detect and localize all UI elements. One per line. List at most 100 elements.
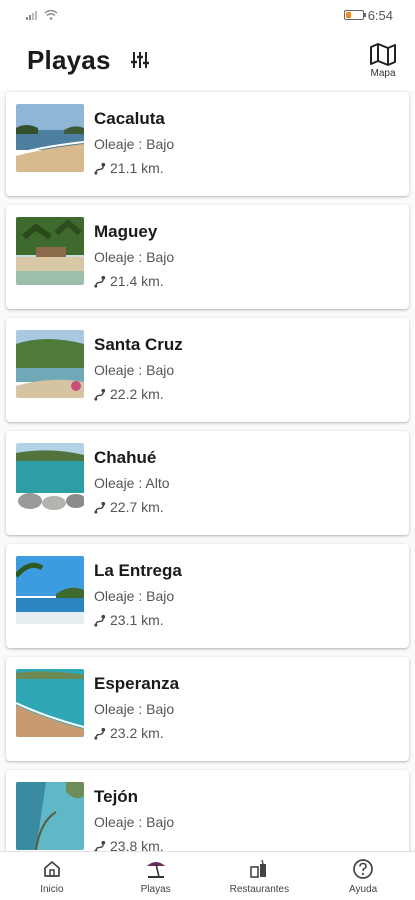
waves-info: Oleaje : Bajo <box>94 813 174 831</box>
beach-name: Tejón <box>94 787 139 806</box>
distance-value: 23.1 km. <box>110 612 164 628</box>
waves-value: Bajo <box>146 701 175 717</box>
nav-label: Playas <box>140 883 171 895</box>
route-icon <box>94 388 106 401</box>
card-text: La Entrega Oleaje : Bajo 23.1 km. <box>94 561 182 629</box>
filter-button[interactable] <box>127 47 153 73</box>
page-title: Playas <box>27 44 111 75</box>
distance-value: 21.1 km. <box>110 160 164 176</box>
status-right: 6:54 <box>343 7 393 23</box>
beach-photo <box>16 104 84 172</box>
waves-value: Bajo <box>146 249 175 265</box>
beach-photo <box>16 782 84 850</box>
signal-icon <box>26 11 37 20</box>
distance-info: 21.1 km. <box>94 159 174 177</box>
waves-label: Oleaje : <box>94 136 143 152</box>
beach-name: Cacaluta <box>94 109 165 128</box>
waves-info: Oleaje : Bajo <box>94 587 182 605</box>
nav-item-inicio[interactable]: Inicio <box>0 852 104 900</box>
beach-card[interactable]: Chahué Oleaje : Alto 22.7 km. <box>6 431 409 535</box>
beach-list[interactable]: Cacaluta Oleaje : Bajo 21.1 km. Maguey O… <box>0 90 415 851</box>
beach-card[interactable]: Santa Cruz Oleaje : Bajo 22.2 km. <box>6 318 409 422</box>
waves-label: Oleaje : <box>94 701 143 717</box>
map-button[interactable]: Mapa <box>369 42 397 79</box>
distance-value: 21.4 km. <box>110 273 164 289</box>
beach-card[interactable]: Esperanza Oleaje : Bajo 23.2 km. <box>6 657 409 761</box>
beach-name: La Entrega <box>94 561 182 580</box>
route-icon <box>94 501 106 514</box>
waves-value: Bajo <box>146 136 175 152</box>
beach-photo <box>16 217 84 285</box>
waves-value: Alto <box>145 475 170 491</box>
card-text: Cacaluta Oleaje : Bajo 21.1 km. <box>94 109 174 177</box>
beach-name: Santa Cruz <box>94 335 183 354</box>
waves-label: Oleaje : <box>94 249 143 265</box>
card-text: Maguey Oleaje : Bajo 21.4 km. <box>94 222 174 290</box>
beach-photo <box>16 669 84 737</box>
beach-photo <box>16 443 84 511</box>
waves-label: Oleaje : <box>94 475 143 491</box>
map-label: Mapa <box>370 67 396 79</box>
battery-icon <box>343 10 366 20</box>
nav-item-ayuda[interactable]: Ayuda <box>311 852 415 900</box>
nav-label: Ayuda <box>349 883 378 895</box>
beach-name: Chahué <box>94 448 157 467</box>
waves-info: Oleaje : Alto <box>94 474 170 492</box>
beach-umbrella-icon <box>145 858 167 880</box>
distance-info: 23.8 km. <box>94 837 174 851</box>
help-icon <box>352 858 374 880</box>
waves-info: Oleaje : Bajo <box>94 361 183 379</box>
home-icon <box>41 858 63 880</box>
card-text: Tejón Oleaje : Bajo 23.8 km. <box>94 787 174 851</box>
waves-info: Oleaje : Bajo <box>94 248 174 266</box>
waves-label: Oleaje : <box>94 362 143 378</box>
clock: 6:54 <box>367 7 393 23</box>
distance-value: 22.7 km. <box>110 499 164 515</box>
status-bar: 6:54 <box>0 0 415 30</box>
distance-info: 21.4 km. <box>94 272 174 290</box>
nav-label: Inicio <box>40 883 64 895</box>
beach-card[interactable]: La Entrega Oleaje : Bajo 23.1 km. <box>6 544 409 648</box>
sliders-icon <box>130 52 149 68</box>
beach-photo <box>16 556 84 624</box>
nav-item-playas[interactable]: Playas <box>104 852 208 900</box>
distance-value: 22.2 km. <box>110 386 164 402</box>
card-text: Santa Cruz Oleaje : Bajo 22.2 km. <box>94 335 183 403</box>
app-header: Playas Mapa <box>0 30 415 90</box>
nav-label: Restaurantes <box>229 883 290 895</box>
waves-info: Oleaje : Bajo <box>94 135 174 153</box>
distance-info: 22.2 km. <box>94 385 183 403</box>
route-icon <box>94 840 106 851</box>
restaurant-icon <box>248 858 270 880</box>
nav-item-restaurantes[interactable]: Restaurantes <box>208 852 312 900</box>
route-icon <box>94 162 106 175</box>
waves-label: Oleaje : <box>94 588 143 604</box>
card-text: Esperanza Oleaje : Bajo 23.2 km. <box>94 674 179 742</box>
waves-value: Bajo <box>146 814 175 830</box>
beach-card[interactable]: Maguey Oleaje : Bajo 21.4 km. <box>6 205 409 309</box>
beach-photo <box>16 330 84 398</box>
map-icon <box>370 42 396 66</box>
bottom-nav: Inicio Playas Restaurantes Ayuda <box>0 851 415 900</box>
distance-info: 22.7 km. <box>94 498 170 516</box>
waves-label: Oleaje : <box>94 814 143 830</box>
wifi-icon <box>44 10 58 20</box>
beach-card[interactable]: Tejón Oleaje : Bajo 23.8 km. <box>6 770 409 851</box>
waves-info: Oleaje : Bajo <box>94 700 179 718</box>
battery-level <box>345 12 352 18</box>
waves-value: Bajo <box>146 588 175 604</box>
app-screen: 6:54 Playas Mapa Cacaluta Oleaje: Bajo … <box>0 0 415 900</box>
beach-name: Esperanza <box>94 674 180 693</box>
card-text: Chahué Oleaje : Alto 22.7 km. <box>94 448 170 516</box>
beach-name: Maguey <box>94 222 158 241</box>
route-icon <box>94 727 106 740</box>
distance-info: 23.1 km. <box>94 611 182 629</box>
route-icon <box>94 275 106 288</box>
route-icon <box>94 614 106 627</box>
beach-card[interactable]: Cacaluta Oleaje : Bajo 21.1 km. <box>6 92 409 196</box>
distance-info: 23.2 km. <box>94 724 179 742</box>
distance-value: 23.8 km. <box>110 838 164 851</box>
waves-value: Bajo <box>146 362 175 378</box>
distance-value: 23.2 km. <box>110 725 164 741</box>
status-left <box>26 10 58 20</box>
